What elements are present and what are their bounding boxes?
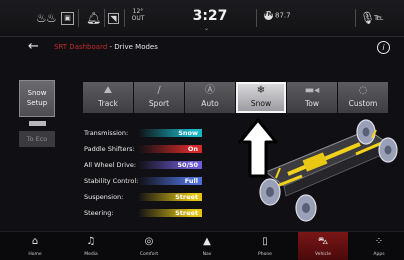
radio-badge: FM (264, 11, 273, 20)
setting-row-stability-control: Stability Control: Full (84, 176, 204, 186)
radio-station[interactable]: FM 87.7 (264, 11, 291, 20)
snowflake-icon: ❄ (256, 85, 266, 96)
nav-label: Phone (258, 252, 272, 257)
phone-status-icon: ℡ (374, 13, 384, 23)
temp-label: OUT (131, 15, 145, 22)
music-note-icon: ♫ (86, 236, 96, 247)
mode-label: Auto (201, 99, 219, 108)
comfort-icon: ◎ (144, 236, 154, 247)
snow-setup-label-1: Snow (27, 89, 47, 97)
setting-row-steering: Steering: Street (84, 208, 204, 218)
chevron-down-icon[interactable]: ⌄ (204, 25, 209, 32)
phone-icon: ▯ (262, 236, 268, 247)
mode-sport-button[interactable]: ∕ Sport (134, 82, 184, 113)
tow-icon: ▬◂ (304, 85, 320, 96)
setting-label: Steering: (84, 209, 114, 217)
setting-value: Street (138, 209, 202, 217)
mode-track-button[interactable]: ⛰ Track (83, 82, 133, 113)
custom-icon: ◌ (358, 85, 368, 96)
nav-label: Media (84, 252, 98, 257)
notification-bell-icon[interactable]: 🔔︎ (86, 10, 101, 26)
home-icon: ⌂ (31, 236, 39, 247)
setting-value: Snow (138, 129, 202, 137)
navigation-arrow-icon: ▲ (203, 236, 211, 247)
auto-icon: Ⓐ (205, 85, 215, 96)
nav-comfort[interactable]: ◎ Comfort (124, 232, 174, 260)
camera-icon[interactable]: ▣ (61, 12, 74, 25)
wheel-front-right (295, 194, 317, 222)
mode-label: Custom (348, 99, 378, 108)
page-title: SRT Dashboard - Drive Modes (54, 43, 158, 51)
track-icon: ⛰ (103, 85, 113, 96)
page-title-text: Drive Modes (114, 43, 158, 51)
nav-label: Home (28, 252, 42, 257)
radio-frequency: 87.7 (275, 11, 291, 20)
setting-value: Street (138, 193, 202, 201)
steering-heat-icon[interactable]: ♨ (46, 10, 57, 26)
setting-label: Suspension: (84, 193, 124, 201)
outside-temperature: 12° OUT (129, 8, 147, 22)
mode-label: Snow (250, 99, 272, 108)
setting-row-transmission: Transmission: Snow (84, 128, 204, 138)
mode-label: Sport (148, 99, 170, 108)
brand-label: SRT Dashboard (54, 43, 108, 51)
microphone-icon[interactable]: 🎙︎ (360, 10, 375, 26)
nav-label: Nav (202, 252, 212, 257)
snow-setup-indicator (29, 121, 46, 126)
wheel-rear-left (356, 119, 376, 145)
mode-auto-button[interactable]: Ⓐ Auto (185, 82, 235, 113)
apps-grid-icon: ⁘ (374, 236, 384, 247)
nav-label: Comfort (139, 252, 159, 257)
nav-navigation[interactable]: ▲ Nav (182, 232, 232, 260)
clock: 3:27 (192, 8, 228, 24)
up-arrow-icon (238, 118, 278, 178)
drive-modes-screen: ♨ ♨ ▣ 🔔︎ ◥ 12° OUT 3:27 ⌄ FM 87.7 🎙︎ ℡ ← … (0, 0, 404, 260)
signal-icon: ◥ (108, 13, 119, 24)
status-bar: ♨ ♨ ▣ 🔔︎ ◥ 12° OUT 3:27 ⌄ FM 87.7 🎙︎ ℡ (0, 0, 404, 37)
nav-apps[interactable]: ⁘ Apps (354, 232, 404, 260)
setting-value: On (138, 145, 202, 153)
to-eco-button[interactable]: To Eco (19, 131, 55, 147)
mode-snow-button[interactable]: ❄ Snow (236, 82, 286, 113)
mode-tow-button[interactable]: ▬◂ Tow (287, 82, 337, 113)
nav-phone[interactable]: ▯ Phone (240, 232, 290, 260)
bottom-nav-bar: ⌂ Home ♫ Media ◎ Comfort ▲ Nav ▯ Phone ⛍… (0, 231, 404, 260)
vehicle-icon: ⛍ (317, 236, 329, 247)
setting-label: Transmission: (84, 129, 129, 137)
nav-label: Vehicle (314, 252, 332, 257)
nav-media[interactable]: ♫ Media (66, 232, 116, 260)
info-icon[interactable]: i (377, 41, 390, 54)
setting-row-all-wheel-drive: All Wheel Drive: 50/50 (84, 160, 204, 170)
back-arrow-icon[interactable]: ← (28, 39, 39, 54)
snow-setup-button[interactable]: Snow Setup (19, 80, 55, 117)
mode-label: Tow (304, 99, 320, 108)
setting-row-suspension: Suspension: Street (84, 192, 204, 202)
wheel-front-left (259, 178, 281, 206)
setting-value: 50/50 (138, 161, 202, 169)
mode-custom-button[interactable]: ◌ Custom (338, 82, 388, 113)
setting-label: Paddle Shifters: (84, 145, 135, 153)
nav-vehicle[interactable]: ⛍ Vehicle (298, 232, 348, 260)
mode-label: Track (98, 99, 118, 108)
nav-label: Apps (373, 252, 385, 257)
wheel-rear-right (378, 137, 398, 163)
snow-setup-label-2: Setup (26, 99, 48, 107)
setting-label: Stability Control: (84, 177, 139, 185)
setting-value: Full (138, 177, 202, 185)
setting-label: All Wheel Drive: (84, 161, 137, 169)
setting-row-paddle-shifters: Paddle Shifters: On (84, 144, 204, 154)
temp-value: 12° (132, 8, 144, 15)
nav-home[interactable]: ⌂ Home (10, 232, 60, 260)
sport-icon: ∕ (157, 85, 161, 96)
